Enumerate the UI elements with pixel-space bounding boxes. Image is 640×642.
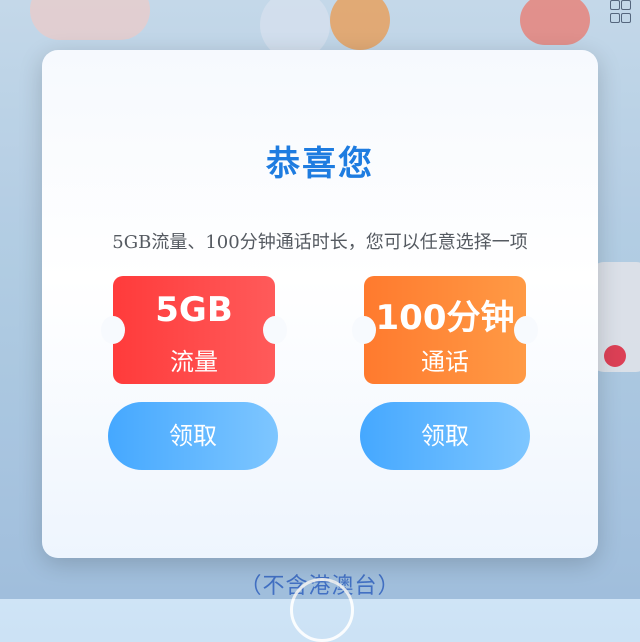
coupon-data: 5GB 流量	[101, 276, 287, 384]
coupon-type: 通话	[421, 348, 469, 376]
coupon-amount: 100分钟	[375, 298, 515, 338]
coupon-type: 流量	[170, 348, 218, 376]
coupon-calls: 100分钟 通话	[352, 276, 538, 384]
claim-calls-button[interactable]: 领取	[360, 402, 530, 470]
congrats-dialog: 恭喜您 5GB流量、100分钟通话时长，您可以任意选择一项 5GB 流量 100…	[42, 50, 598, 558]
claim-data-button[interactable]: 领取	[108, 402, 278, 470]
coupon-amount: 5GB	[155, 290, 233, 330]
dialog-description: 5GB流量、100分钟通话时长，您可以任意选择一项	[112, 232, 528, 253]
dialog-title: 恭喜您	[266, 144, 374, 184]
